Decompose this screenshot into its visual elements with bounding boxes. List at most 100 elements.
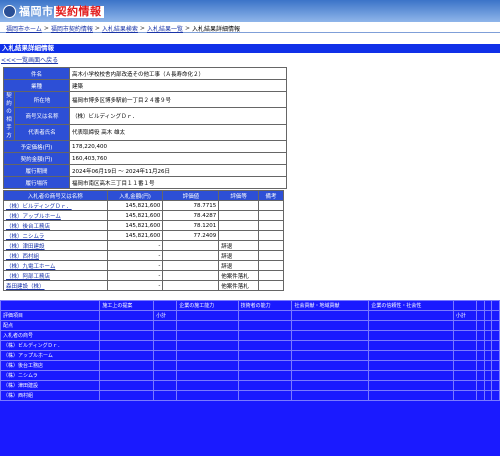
breadcrumb-item[interactable]: 入札結果一覧 <box>147 24 183 33</box>
site-logo[interactable]: 福岡市 契約情報 <box>3 3 104 19</box>
bidder-cell: （株）九電工ホーム <box>3 260 108 271</box>
bid-cell: - <box>106 280 164 291</box>
bid-cell: 145,821,600 <box>106 230 164 241</box>
info-row: 履行期間 2024年06月19日 ～ 2024年11月26日 <box>3 164 287 177</box>
eval-cell <box>368 390 454 401</box>
info-label: 契約金額(円) <box>3 152 70 165</box>
back-to-list-link[interactable]: <<<一覧画面へ戻る <box>1 55 58 64</box>
eval-cell: （株）津田建設 <box>0 380 101 391</box>
bid-cell <box>258 220 284 231</box>
bid-cell <box>162 260 220 271</box>
eval-cell: （株）西村組 <box>0 390 101 401</box>
eval-cell <box>153 330 178 341</box>
bidder-cell: （株）津田建設 <box>3 240 108 251</box>
info-value: （株）ビルディングＤｒ． <box>69 107 287 125</box>
bid-cell <box>258 210 284 221</box>
bid-row: （株）西村組 - 辞退 <box>3 250 284 261</box>
eval-cell <box>491 360 500 371</box>
bid-cell: 145,821,600 <box>106 210 164 221</box>
eval-cell <box>237 390 293 401</box>
eval-cell <box>452 330 477 341</box>
info-row: 予定価格(円) 178,220,400 <box>3 140 287 153</box>
eval-cell: 企業の施工能力 <box>176 300 239 311</box>
eval-cell <box>153 390 178 401</box>
eval-cell <box>99 310 155 321</box>
info-value: 代表取締役 高木 雄太 <box>69 123 287 142</box>
bid-cell: 77.2409 <box>162 230 220 241</box>
eval-cell <box>99 370 155 381</box>
eval-cell: 企業の信頼性・社会性 <box>368 300 454 311</box>
eval-cell <box>368 360 454 371</box>
info-label: 所在地 <box>14 90 70 109</box>
breadcrumb-separator-icon: > <box>94 24 100 32</box>
bidder-link[interactable]: （株）九電工ホーム <box>6 264 55 270</box>
eval-row: 配点 <box>0 320 500 331</box>
eval-cell: 評価項目 <box>0 310 101 321</box>
eval-cell <box>153 320 178 331</box>
eval-cell <box>368 330 454 341</box>
eval-cell <box>153 300 178 311</box>
bidder-link[interactable]: （株）アップルホーム <box>6 214 61 220</box>
eval-cell <box>452 350 477 361</box>
eval-cell <box>99 330 155 341</box>
info-row: 履行場所 福岡市南区高木三丁目１１番１号 <box>3 176 287 189</box>
bidder-link[interactable]: 森田建設（株） <box>6 284 45 290</box>
bids-header-row: 入札者の商号又は名称 入札金額(円) 評価値 評価等 備考 <box>3 190 284 201</box>
info-value: 高木小学校校舎内部改造その他工事（Ａ長寿命化２） <box>69 67 287 80</box>
eval-cell <box>291 360 370 371</box>
eval-cell <box>475 340 485 351</box>
eval-row: （株）ビルディングＤｒ． <box>0 340 500 351</box>
bid-cell <box>162 240 220 251</box>
eval-cell <box>176 380 239 391</box>
bid-row: （株）ニシムラ 145,821,600 77.2409 <box>3 230 284 241</box>
bids-column-header: 評価等 <box>218 190 260 201</box>
bid-cell: 他案件落札 <box>218 280 260 291</box>
breadcrumb-item[interactable]: 福岡市契約情報 <box>51 24 93 33</box>
eval-cell <box>452 370 477 381</box>
eval-cell <box>475 390 485 401</box>
eval-cell <box>237 360 293 371</box>
eval-cell <box>176 350 239 361</box>
bid-cell <box>258 250 284 261</box>
bid-cell: 辞退 <box>218 250 260 261</box>
bid-cell <box>162 250 220 261</box>
eval-row: （株）アップルホーム <box>0 350 500 361</box>
bid-cell <box>218 230 260 241</box>
bidder-link[interactable]: （株）西村組 <box>6 254 39 260</box>
breadcrumb: 福岡市ホーム > 福岡市契約情報 > 入札結果検索 > 入札結果一覧 > 入札結果詳細情報 <box>0 24 500 33</box>
eval-cell: （株）アップルホーム <box>0 350 101 361</box>
eval-cell <box>153 350 178 361</box>
bidder-link[interactable]: （株）津田建設 <box>6 244 45 250</box>
bid-cell <box>258 240 284 251</box>
bids-column-header: 備考 <box>258 190 284 201</box>
eval-cell <box>153 340 178 351</box>
eval-cell <box>291 330 370 341</box>
city-emblem-icon <box>3 4 16 18</box>
eval-cell <box>153 370 178 381</box>
eval-cell: 小計 <box>153 310 178 321</box>
eval-cell <box>99 360 155 371</box>
breadcrumb-item[interactable]: 福岡市ホーム <box>6 24 42 33</box>
breadcrumb-item[interactable]: 入札結果検索 <box>102 24 138 33</box>
eval-row: 施工上の提案 企業の施工能力 技術者の能力 社会貢献・地域貢献 企業の信頼性・社会性 <box>0 300 500 311</box>
bidder-link[interactable]: （株）ビルディングＤｒ． <box>6 204 72 210</box>
info-label: 履行期間 <box>3 164 70 177</box>
eval-cell: （株）後台工務店 <box>0 360 101 371</box>
bidder-link[interactable]: （株）阿部工務店 <box>6 274 50 280</box>
bidder-link[interactable]: （株）ニシムラ <box>6 234 44 240</box>
eval-row: （株）ニシムラ <box>0 370 500 381</box>
info-value: 福岡市南区高木三丁目１１番１号 <box>69 176 287 189</box>
eval-cell <box>153 360 178 371</box>
eval-cell <box>452 320 477 331</box>
eval-cell <box>99 390 155 401</box>
bid-cell: 78.7715 <box>162 200 220 211</box>
eval-cell <box>291 380 370 391</box>
info-label: 商号又は名称 <box>14 107 70 125</box>
eval-cell <box>237 330 293 341</box>
bidder-link[interactable]: （株）後台工務店 <box>6 224 50 230</box>
eval-cell <box>475 350 485 361</box>
eval-cell <box>99 350 155 361</box>
eval-cell: （株）ニシムラ <box>0 370 101 381</box>
eval-cell <box>237 340 293 351</box>
eval-cell <box>475 330 485 341</box>
